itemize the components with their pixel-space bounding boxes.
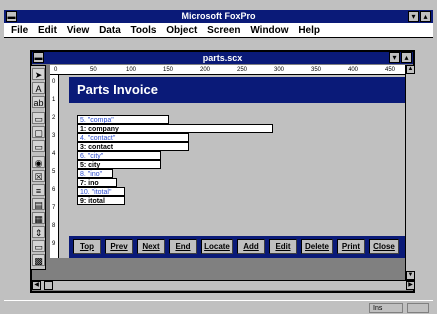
menu-screen[interactable]: Screen xyxy=(207,23,240,38)
field-label-city[interactable]: 6. "city" xyxy=(77,151,161,160)
ruler-tick: 450 xyxy=(385,67,396,73)
field-contact[interactable]: 3: contact xyxy=(77,142,189,151)
field-tool-icon[interactable]: ab xyxy=(32,96,45,108)
ruler-tick: 200 xyxy=(200,67,211,73)
horizontal-scrollbar[interactable]: ◀ ▶ xyxy=(32,280,415,290)
add-button[interactable]: Add xyxy=(237,239,265,254)
field-label-company[interactable]: 5. "compa" xyxy=(77,115,169,124)
app-title-bar[interactable]: Microsoft FoxPro ▬ ▾ ▴ xyxy=(4,10,433,23)
toolbox-palette: ➤ A ab ▭ ▢ ▭ ◉ ☒ ≡ ▤ ▦ ⇕ ▭ ▩ xyxy=(30,65,46,270)
top-button[interactable]: Top xyxy=(73,239,101,254)
ruler-tick: 350 xyxy=(311,67,322,73)
rounded-box-icon[interactable]: ▭ xyxy=(32,140,45,152)
ruler-tick: 100 xyxy=(126,67,137,73)
spinner-icon[interactable]: ⇕ xyxy=(32,226,45,238)
pointer-icon[interactable]: ➤ xyxy=(32,68,45,80)
box-tool-icon[interactable]: ▢ xyxy=(32,126,45,138)
ole-object-icon[interactable]: ▩ xyxy=(32,254,45,266)
child-title-bar[interactable]: parts.scx ▬ ▾ ▴ xyxy=(32,52,413,64)
child-title: parts.scx xyxy=(202,53,243,63)
ruler-tick: 300 xyxy=(274,67,285,73)
menu-file[interactable]: File xyxy=(11,23,28,38)
field-itotal[interactable]: 9: itotal xyxy=(77,196,125,205)
vruler-tick: 2 xyxy=(52,115,56,121)
picture-icon[interactable]: ▦ xyxy=(32,212,45,224)
child-minimize-icon[interactable]: ▾ xyxy=(389,52,400,63)
ruler-tick: 400 xyxy=(348,67,359,73)
end-button[interactable]: End xyxy=(169,239,197,254)
ruler-tick: 0 xyxy=(54,67,58,73)
scroll-thumb[interactable] xyxy=(44,281,53,290)
edit-button[interactable]: Edit xyxy=(269,239,297,254)
child-maximize-icon[interactable]: ▴ xyxy=(401,52,412,63)
menu-help[interactable]: Help xyxy=(298,23,320,38)
field-city[interactable]: 5: city xyxy=(77,160,161,169)
horizontal-ruler: 0 50 100 150 200 250 300 350 400 450 xyxy=(50,65,405,75)
status-indicator xyxy=(407,303,429,313)
system-menu-icon[interactable]: ▬ xyxy=(6,11,17,22)
form-design-area[interactable]: Parts Invoice 5. "compa" 1: company 4. "… xyxy=(59,75,405,280)
vruler-tick: 7 xyxy=(52,205,56,211)
locate-button[interactable]: Locate xyxy=(201,239,233,254)
vruler-tick: 0 xyxy=(52,79,56,85)
menu-window[interactable]: Window xyxy=(250,23,288,38)
scroll-left-icon[interactable]: ◀ xyxy=(32,281,41,290)
vruler-tick: 4 xyxy=(52,151,56,157)
ruler-tick: 150 xyxy=(163,67,174,73)
ruler-tick: 250 xyxy=(237,67,248,73)
vertical-ruler: 0 1 2 3 4 5 6 7 8 9 xyxy=(50,75,59,258)
menu-edit[interactable]: Edit xyxy=(38,23,57,38)
vruler-tick: 5 xyxy=(52,169,56,175)
vertical-scrollbar[interactable]: ▲ ▼ xyxy=(405,65,415,280)
field-label-itotal[interactable]: 10. "itotal" xyxy=(77,187,125,196)
menu-object[interactable]: Object xyxy=(166,23,197,38)
text-tool-icon[interactable]: A xyxy=(32,82,45,94)
menu-bar: File Edit View Data Tools Object Screen … xyxy=(4,23,433,38)
prev-button[interactable]: Prev xyxy=(105,239,133,254)
app-title: Microsoft FoxPro xyxy=(181,11,256,21)
print-button[interactable]: Print xyxy=(337,239,365,254)
scroll-down-icon[interactable]: ▼ xyxy=(406,271,415,280)
insert-mode-indicator: Ins xyxy=(369,303,403,313)
menu-data[interactable]: Data xyxy=(99,23,121,38)
child-system-menu-icon[interactable]: ▬ xyxy=(33,52,44,63)
delete-button[interactable]: Delete xyxy=(301,239,333,254)
field-label-contact[interactable]: 4. "contact" xyxy=(77,133,189,142)
vruler-tick: 3 xyxy=(52,133,56,139)
radio-button-icon[interactable]: ◉ xyxy=(32,156,45,168)
status-bar: Ins xyxy=(4,300,433,313)
field-label-ino[interactable]: 8. "ino" xyxy=(77,169,113,178)
vruler-tick: 8 xyxy=(52,223,56,229)
vruler-tick: 1 xyxy=(52,97,56,103)
list-icon[interactable]: ≡ xyxy=(32,184,45,196)
popup-icon[interactable]: ▤ xyxy=(32,198,45,210)
checkbox-icon[interactable]: ☒ xyxy=(32,170,45,182)
scroll-right-icon[interactable]: ▶ xyxy=(406,281,415,290)
menu-view[interactable]: View xyxy=(67,23,90,38)
minimize-icon[interactable]: ▾ xyxy=(408,11,419,22)
vruler-tick: 9 xyxy=(52,241,56,247)
next-button[interactable]: Next xyxy=(137,239,165,254)
vruler-tick: 6 xyxy=(52,187,56,193)
scroll-up-icon[interactable]: ▲ xyxy=(406,65,415,74)
field-ino[interactable]: 7: ino xyxy=(77,178,117,187)
button-strip: Top Prev Next End Locate Add Edit Delete… xyxy=(69,236,405,258)
close-button[interactable]: Close xyxy=(369,239,399,254)
line-tool-icon[interactable]: ▭ xyxy=(32,112,45,124)
form-title: Parts Invoice xyxy=(77,82,158,97)
foxpro-app-window: Microsoft FoxPro ▬ ▾ ▴ File Edit View Da… xyxy=(0,0,437,314)
push-button-icon[interactable]: ▭ xyxy=(32,240,45,252)
maximize-icon[interactable]: ▴ xyxy=(420,11,431,22)
form-header-banner[interactable]: Parts Invoice xyxy=(69,77,405,103)
screen-designer-window: parts.scx ▬ ▾ ▴ 0 50 100 150 200 250 300… xyxy=(30,50,415,293)
ruler-tick: 50 xyxy=(90,67,97,73)
field-company[interactable]: 1: company xyxy=(77,124,273,133)
menu-tools[interactable]: Tools xyxy=(131,23,157,38)
